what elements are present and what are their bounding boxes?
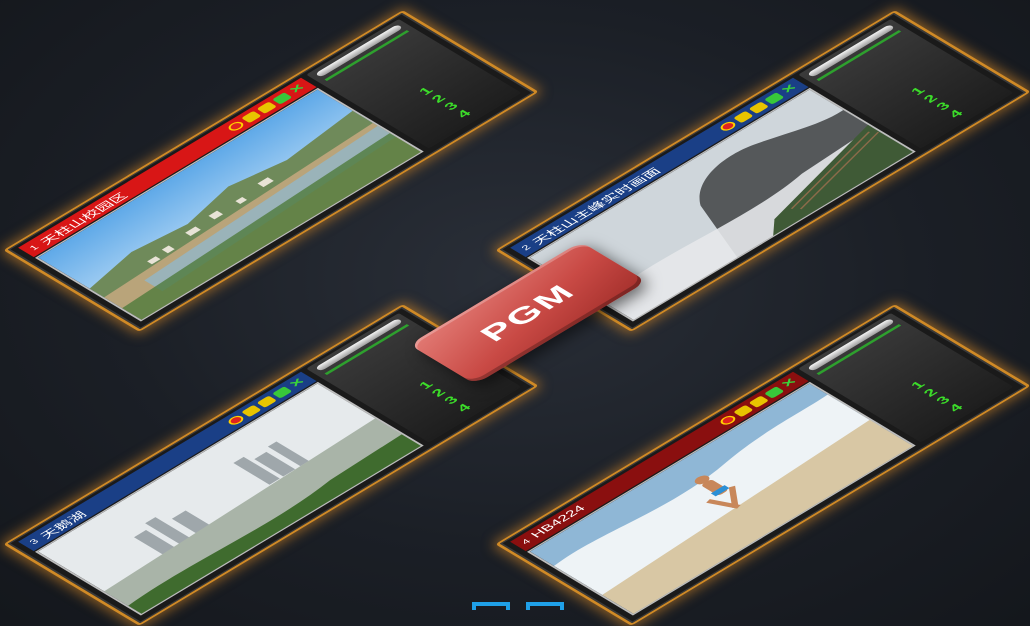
channel-key-4[interactable]: 4	[453, 402, 474, 414]
volume-slider[interactable]	[806, 318, 896, 372]
window-icon[interactable]	[272, 386, 293, 399]
monitor-frame: 4 HB4224 ✕ 1 2 3 4	[495, 304, 1030, 626]
headphones-icon[interactable]	[733, 110, 754, 124]
gear-icon[interactable]	[256, 395, 278, 408]
monitor-2[interactable]: 2 天柱山主峰实时画面 ✕ 1 2 3 4	[495, 10, 1030, 332]
bracket-right	[526, 602, 564, 610]
close-icon[interactable]: ✕	[286, 82, 308, 95]
audio-level-meter	[816, 324, 902, 375]
channel-keys: 1 2 3 4	[376, 61, 514, 144]
channel-keys: 1 2 3 4	[868, 61, 1006, 144]
bracket-left	[472, 602, 510, 610]
monitor-1[interactable]: 1 天柱山校园区 ✕ 1 2 3 4	[3, 10, 539, 332]
audio-level-meter	[816, 30, 902, 81]
bottom-indicator	[472, 602, 566, 620]
monitor-number: 4	[518, 537, 534, 546]
headphones-icon[interactable]	[241, 404, 262, 418]
volume-slider[interactable]	[806, 24, 896, 78]
close-icon[interactable]: ✕	[286, 376, 308, 389]
headphones-icon[interactable]	[241, 110, 262, 124]
monitor-number: 2	[518, 243, 534, 252]
channel-keys: 1 2 3 4	[868, 355, 1006, 438]
monitor-number: 3	[26, 537, 42, 546]
window-icon[interactable]	[272, 92, 293, 105]
close-icon[interactable]: ✕	[778, 376, 800, 389]
channel-key-4[interactable]: 4	[945, 108, 966, 120]
gear-icon[interactable]	[748, 101, 770, 114]
audio-level-meter	[324, 30, 410, 81]
monitor-4[interactable]: 4 HB4224 ✕ 1 2 3 4	[495, 304, 1030, 626]
volume-slider[interactable]	[314, 318, 404, 372]
close-icon[interactable]: ✕	[778, 82, 800, 95]
window-icon[interactable]	[764, 386, 785, 399]
window-icon[interactable]	[764, 92, 785, 105]
audio-level-meter	[324, 324, 410, 375]
volume-slider[interactable]	[314, 24, 404, 78]
headphones-icon[interactable]	[733, 404, 754, 418]
multiview-stage: 1 天柱山校园区 ✕ 1 2 3 4 2 天柱山主峰实时画面 ✕ 1 2 3 4…	[0, 0, 1030, 626]
gear-icon[interactable]	[748, 395, 770, 408]
record-icon[interactable]	[225, 120, 247, 133]
record-icon[interactable]	[717, 120, 739, 133]
channel-key-4[interactable]: 4	[453, 108, 474, 120]
monitor-3[interactable]: 3 天鹅湖 ✕ 1 2 3 4	[3, 304, 539, 626]
record-icon[interactable]	[717, 414, 739, 427]
gear-icon[interactable]	[256, 101, 278, 114]
record-icon[interactable]	[225, 414, 247, 427]
monitor-number: 1	[26, 243, 42, 252]
monitor-frame: 1 天柱山校园区 ✕ 1 2 3 4	[3, 10, 539, 332]
channel-key-4[interactable]: 4	[945, 402, 966, 414]
